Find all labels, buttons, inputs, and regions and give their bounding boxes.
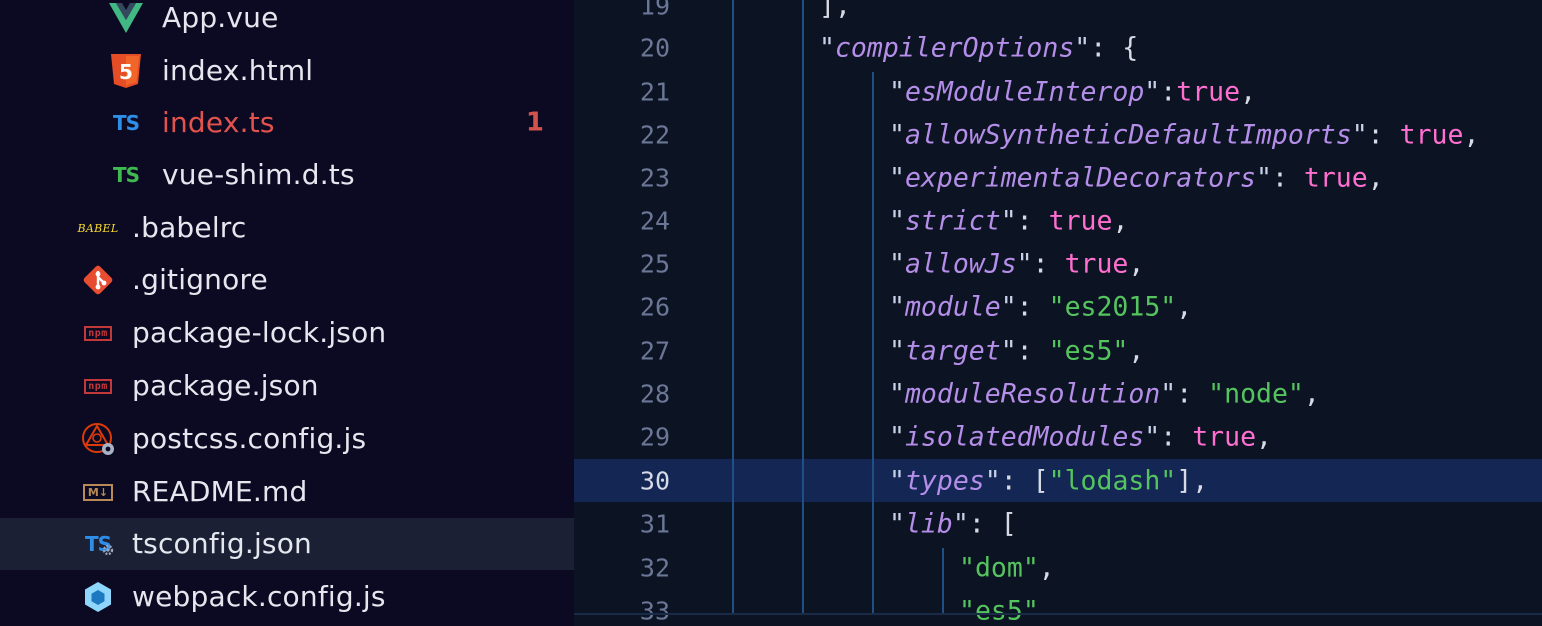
file-name: README.md	[132, 474, 308, 508]
npm-icon: npm	[80, 315, 116, 351]
code-line[interactable]: 27 "target": "es5",	[574, 329, 1542, 372]
code-text: "strict": true,	[889, 205, 1129, 236]
postcss-icon	[80, 421, 116, 457]
line-number: 28	[639, 379, 670, 408]
line-number: 24	[639, 206, 670, 235]
file-item-package-json[interactable]: npm package.json	[0, 360, 574, 412]
tsconfig-icon: TS	[80, 526, 116, 562]
line-number: 26	[639, 292, 670, 321]
file-name: .gitignore	[132, 262, 268, 296]
gear-icon	[102, 544, 114, 556]
vue-icon	[108, 0, 144, 36]
line-number: 20	[639, 33, 670, 62]
code-line[interactable]: 26 "module": "es2015",	[574, 285, 1542, 328]
file-item-webpack-config-js[interactable]: webpack.config.js	[0, 571, 574, 623]
code-text: "module": "es2015",	[889, 291, 1193, 322]
code-text: "compilerOptions": {	[819, 32, 1139, 63]
code-line[interactable]: 21 "esModuleInterop":true,	[574, 70, 1542, 113]
file-name: tsconfig.json	[132, 526, 312, 560]
code-line[interactable]: 20 "compilerOptions": {	[574, 26, 1542, 69]
code-text: "lib": [	[889, 508, 1017, 539]
code-line[interactable]: 24 "strict": true,	[574, 199, 1542, 242]
problem-count-badge: 1	[525, 107, 544, 138]
indent-guide	[872, 72, 874, 614]
code-line[interactable]: 23 "experimentalDecorators": true,	[574, 156, 1542, 199]
file-name: package.json	[132, 368, 319, 402]
code-text: "target": "es5",	[889, 335, 1145, 366]
line-number: 27	[639, 336, 670, 365]
code-line[interactable]: 25 "allowJs": true,	[574, 242, 1542, 285]
file-item-babelrc[interactable]: BABEL .babelrc	[0, 202, 574, 254]
npm-icon: npm	[80, 368, 116, 404]
code-text: ],	[819, 0, 851, 21]
file-name: postcss.config.js	[132, 421, 367, 455]
file-name: vue-shim.d.ts	[162, 157, 355, 191]
line-number: 29	[639, 422, 670, 451]
file-item-postcss-config-js[interactable]: postcss.config.js	[0, 413, 574, 465]
line-number: 32	[639, 553, 670, 582]
typescript-icon: TS	[112, 163, 140, 187]
code-text: "allowJs": true,	[889, 248, 1145, 279]
file-explorer: App.vue 5 index.html TS index.ts 1 TS vu…	[0, 0, 574, 626]
line-number: 25	[639, 249, 670, 278]
babel-icon: BABEL	[77, 221, 119, 235]
line-number: 19	[639, 0, 670, 20]
code-line[interactable]: 22 "allowSyntheticDefaultImports": true,	[574, 113, 1542, 156]
indent-guide	[802, 0, 804, 614]
horizontal-scrollbar[interactable]	[574, 613, 1542, 615]
file-item-tsconfig-json[interactable]: TS tsconfig.json	[0, 518, 574, 570]
code-line[interactable]: 32 "dom",	[574, 546, 1542, 589]
markdown-icon: M↓	[80, 474, 116, 510]
line-number: 31	[639, 509, 670, 538]
code-line[interactable]: 30 "types": ["lodash"],	[574, 459, 1542, 502]
file-item-index-ts[interactable]: TS index.ts 1	[0, 97, 574, 149]
code-line[interactable]: 29 "isolatedModules": true,	[574, 415, 1542, 458]
svg-text:5: 5	[119, 60, 133, 84]
file-name: webpack.config.js	[132, 579, 386, 613]
line-number: 21	[639, 77, 670, 106]
code-text: "dom",	[959, 552, 1055, 583]
code-line[interactable]: 19],	[574, 0, 1542, 27]
code-text: "experimentalDecorators": true,	[889, 162, 1384, 193]
line-number: 23	[639, 163, 670, 192]
git-icon	[80, 262, 116, 298]
typescript-icon: TS	[112, 111, 140, 135]
line-number: 33	[639, 596, 670, 625]
line-number: 22	[639, 120, 670, 149]
file-name: package-lock.json	[132, 315, 387, 349]
file-name: index.ts	[162, 105, 275, 139]
file-name: .babelrc	[132, 210, 247, 244]
code-text: "moduleResolution": "node",	[889, 378, 1320, 409]
indent-guide	[732, 0, 734, 614]
file-item-package-lock-json[interactable]: npm package-lock.json	[0, 307, 574, 359]
file-name: App.vue	[162, 0, 279, 34]
code-editor[interactable]: 19], 20 "compilerOptions": { 21 "esModuleInt…	[574, 0, 1542, 626]
vscode-window: App.vue 5 index.html TS index.ts 1 TS vu…	[0, 0, 1542, 626]
file-name: index.html	[162, 53, 314, 87]
indent-guide	[942, 548, 944, 614]
html5-icon: 5	[108, 53, 144, 89]
webpack-icon	[80, 579, 116, 615]
code-text: "es5"	[959, 595, 1039, 626]
code-text: "isolatedModules": true,	[889, 421, 1272, 452]
line-number: 30	[639, 466, 670, 495]
file-item-index-html[interactable]: 5 index.html	[0, 45, 574, 97]
code-line[interactable]: 31 "lib": [	[574, 502, 1542, 545]
code-text: "esModuleInterop":true,	[889, 76, 1257, 107]
file-item-readme-md[interactable]: M↓ README.md	[0, 466, 574, 518]
file-item-app-vue[interactable]: App.vue	[0, 0, 574, 44]
code-text: "allowSyntheticDefaultImports": true,	[889, 119, 1480, 150]
code-line[interactable]: 28 "moduleResolution": "node",	[574, 372, 1542, 415]
code-line[interactable]: 33 "es5"	[574, 589, 1542, 626]
code-text: "types": ["lodash"],	[889, 465, 1209, 496]
file-item-vue-shim-d-ts[interactable]: TS vue-shim.d.ts	[0, 149, 574, 201]
file-item-gitignore[interactable]: .gitignore	[0, 254, 574, 306]
